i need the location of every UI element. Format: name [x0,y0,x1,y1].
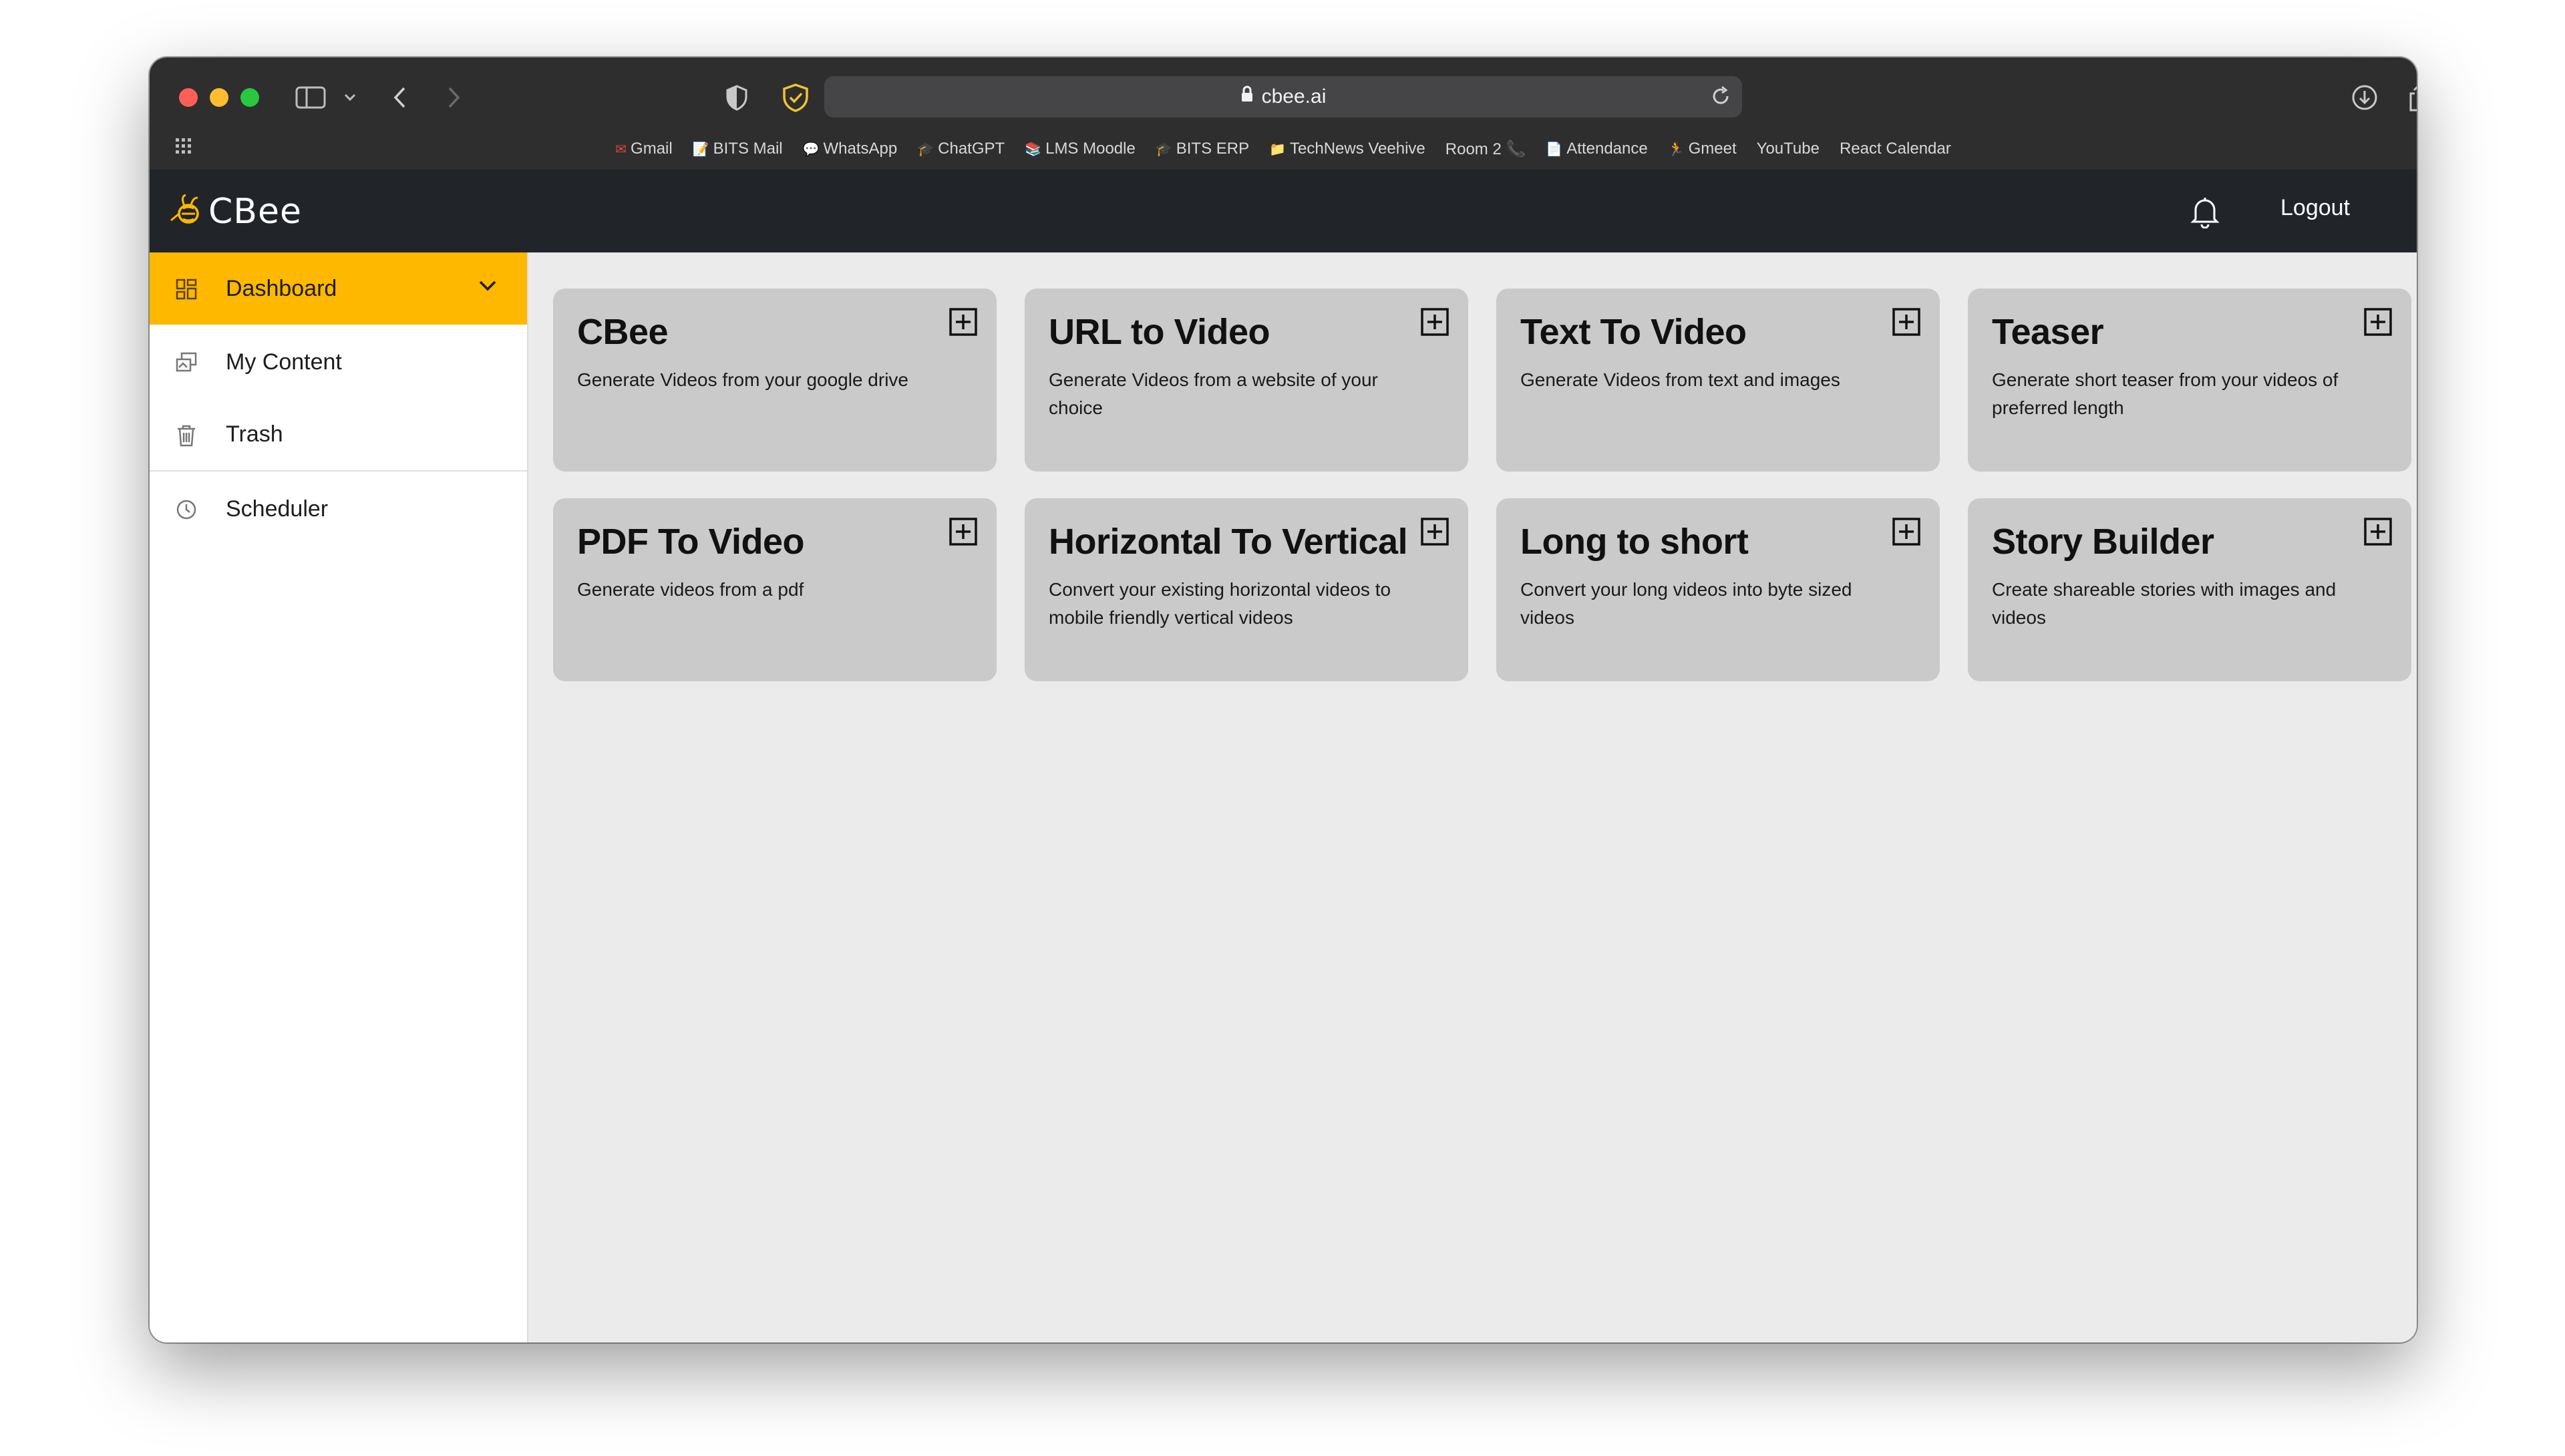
trash-icon [175,423,198,451]
sidebar-toggle-icon[interactable] [295,80,326,115]
bookmark-technews-veehive[interactable]: 📁 TechNews Veehive [1269,140,1425,158]
sidebar-item-label: Dashboard [226,275,337,301]
document-icon: 📄 [1546,142,1563,157]
chevron-down-icon[interactable] [478,279,498,296]
bookmark-room-2[interactable]: Room 2 📞 [1445,140,1526,159]
card-title: Long to short [1520,522,1749,562]
sidebar-item-dashboard[interactable]: Dashboard [150,252,527,325]
card-title: Teaser [1992,312,2104,352]
share-icon[interactable] [2407,80,2417,115]
chat-icon: 💬 [802,142,820,157]
sidebar-divider [150,470,527,472]
card-long-to-short[interactable]: Long to short Convert your long videos i… [1496,498,1940,681]
card-description: Create shareable stories with images and… [1992,579,2337,628]
browser-window: cbee.ai ✉ Gmail 📝 BITS Mail 💬 WhatsApp 🎓… [150,57,2417,1342]
add-square-icon[interactable] [949,517,978,546]
add-square-icon[interactable] [1892,307,1921,337]
card-description: Convert your long videos into byte sized… [1520,579,1852,628]
add-square-icon[interactable] [1892,517,1921,546]
card-title: Story Builder [1992,522,2214,562]
gmail-icon: ✉ [615,142,627,157]
card-title: Horizontal To Vertical [1049,522,1408,562]
dashboard-grid-icon [175,278,198,304]
lock-icon [1240,85,1254,108]
back-arrow-icon[interactable] [391,80,409,115]
bookmark-bits-mail[interactable]: 📝 BITS Mail [693,140,783,158]
card-cbee[interactable]: CBee Generate Videos from your google dr… [553,289,997,472]
zoom-window-button[interactable] [240,88,259,107]
card-story-builder[interactable]: Story Builder Create shareable stories w… [1968,498,2411,681]
add-square-icon[interactable] [2363,517,2393,546]
card-horizontal-to-vertical[interactable]: Horizontal To Vertical Convert your exis… [1025,498,1468,681]
card-pdf-to-video[interactable]: PDF To Video Generate videos from a pdf [553,498,997,681]
privacy-shield-icon[interactable] [725,80,748,115]
card-description: Generate short teaser from your videos o… [1992,369,2339,418]
books-icon: 📚 [1025,142,1042,157]
card-description: Generate Videos from a website of your c… [1049,369,1378,418]
sidebar-item-label: My Content [226,349,342,375]
grad-cap-icon: 🎓 [917,142,934,157]
logo-text: CBee [208,191,302,232]
logout-button[interactable]: Logout [2280,195,2350,221]
card-description: Generate Videos from your google drive [577,369,908,390]
folder-icon: 📁 [1269,142,1286,157]
add-square-icon[interactable] [949,307,978,337]
minimize-window-button[interactable] [210,88,228,107]
url-text: cbee.ai [1261,85,1327,108]
forward-arrow-icon[interactable] [445,80,462,115]
app-header: CBee Logout [150,170,2417,252]
reload-icon[interactable] [1710,85,1731,112]
extension-shield-icon[interactable] [782,80,810,115]
bookmark-gmeet[interactable]: 🏃 Gmeet [1668,140,1737,158]
add-square-icon[interactable] [2363,307,2393,337]
dashboard-main: CBee Generate Videos from your google dr… [528,252,2417,1342]
notifications-bell-icon[interactable] [2190,195,2220,232]
card-title: CBee [577,312,669,352]
sidebar-item-label: Scheduler [226,496,329,522]
sidebar-item-trash[interactable]: Trash [150,398,527,470]
bookmark-youtube[interactable]: YouTube [1757,140,1820,158]
sidebar: Dashboard My Content Trash Scheduler [150,252,528,1342]
app-logo[interactable]: CBee [168,191,302,232]
address-bar[interactable]: cbee.ai [824,76,1742,118]
bookmark-gmail[interactable]: ✉ Gmail [615,140,672,158]
card-title: URL to Video [1049,312,1270,352]
bookmark-chatgpt[interactable]: 🎓 ChatGPT [917,140,1005,158]
bookmark-whatsapp[interactable]: 💬 WhatsApp [803,140,898,158]
grad-cap-icon: 🎓 [1155,142,1172,157]
add-square-icon[interactable] [1420,517,1449,546]
bookmark-bits-erp[interactable]: 🎓 BITS ERP [1156,140,1249,158]
card-teaser[interactable]: Teaser Generate short teaser from your v… [1968,289,2411,472]
chevron-down-icon[interactable] [343,80,357,115]
card-title: Text To Video [1520,312,1747,352]
runner-icon: 🏃 [1667,142,1685,157]
bookmark-react-calendar[interactable]: React Calendar [1840,140,1951,158]
card-description: Generate Videos from text and images [1520,369,1840,390]
card-description: Generate videos from a pdf [577,579,804,600]
downloads-icon[interactable] [2351,80,2378,115]
card-description: Convert your existing horizontal videos … [1049,579,1391,628]
bookmark-lms-moodle[interactable]: 📚 LMS Moodle [1025,140,1136,158]
bookmarks-bar: ✉ Gmail 📝 BITS Mail 💬 WhatsApp 🎓 ChatGPT 📚 LM… [150,132,2417,166]
sidebar-item-scheduler[interactable]: Scheduler [150,473,527,545]
card-title: PDF To Video [577,522,805,562]
sidebar-item-my-content[interactable]: My Content [150,326,527,398]
sidebar-item-label: Trash [226,421,283,447]
content-icon [175,351,198,377]
bookmark-attendance[interactable]: 📄 Attendance [1546,140,1647,158]
bee-logo-icon [168,191,206,232]
clock-icon [175,498,198,524]
card-text-to-video[interactable]: Text To Video Generate Videos from text … [1496,289,1940,472]
card-url-to-video[interactable]: URL to Video Generate Videos from a webs… [1025,289,1468,472]
close-window-button[interactable] [179,88,198,107]
add-square-icon[interactable] [1420,307,1449,337]
browser-toolbar: cbee.ai ✉ Gmail 📝 BITS Mail 💬 WhatsApp 🎓… [150,57,2417,170]
note-icon: 📝 [692,142,709,157]
